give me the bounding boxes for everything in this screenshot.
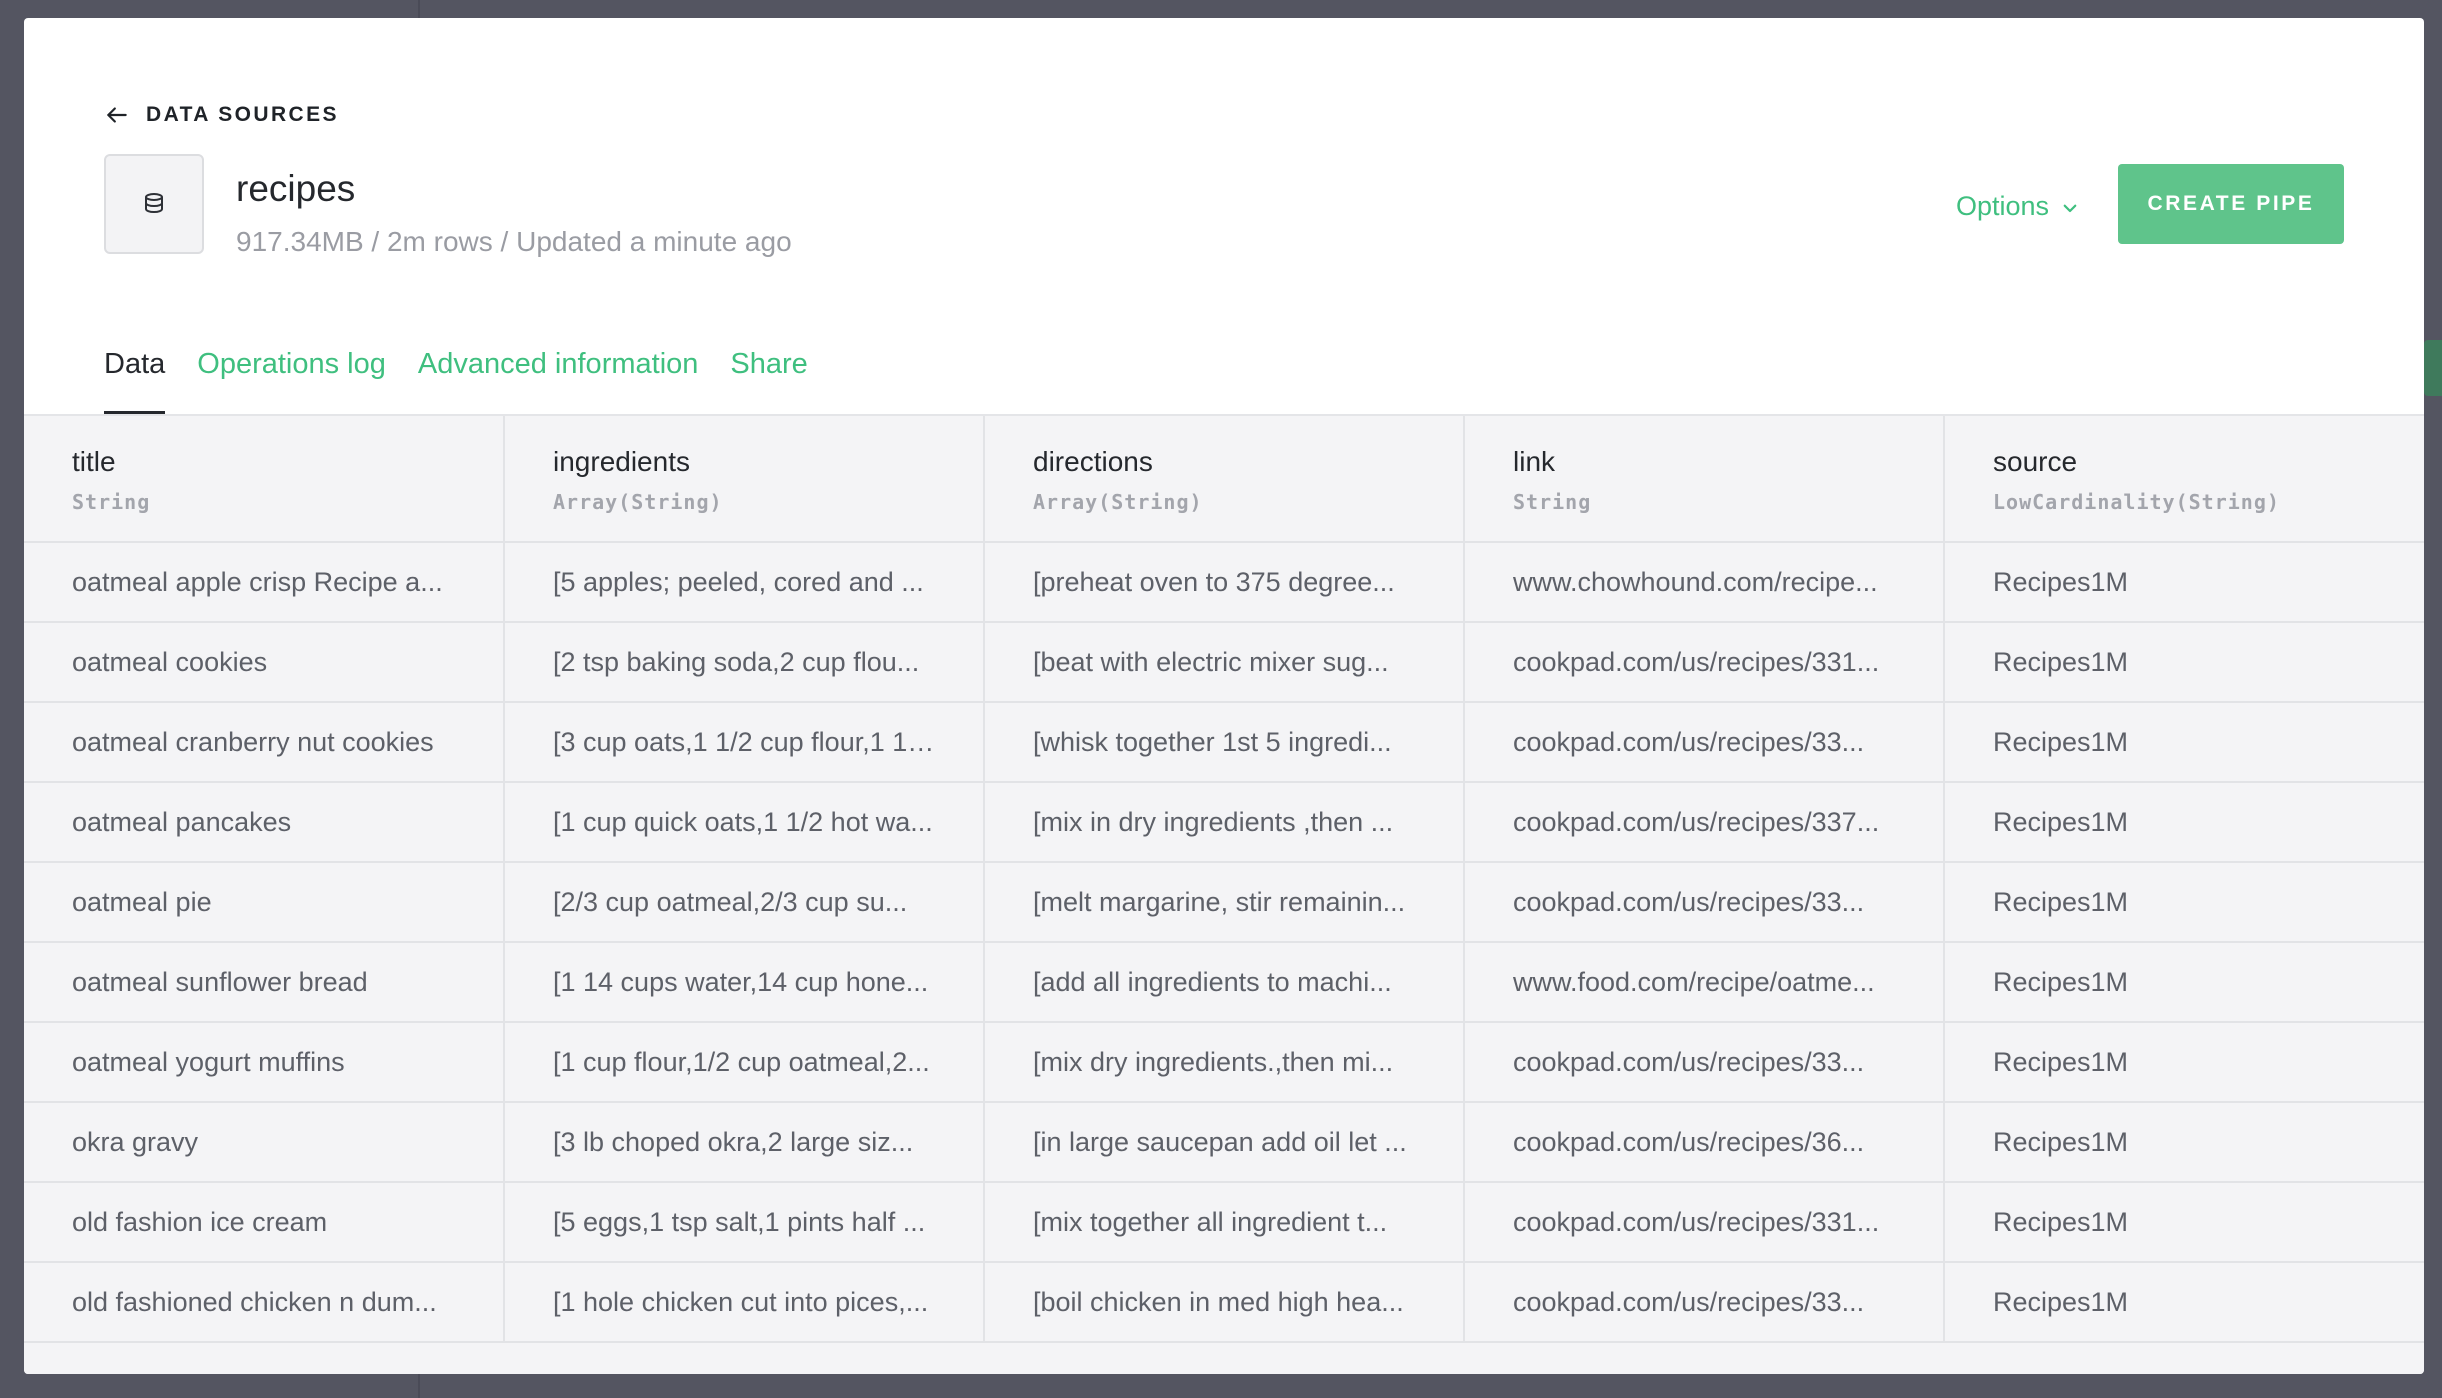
- table-cell-directions[interactable]: [mix dry ingredients.,then mi...: [984, 1022, 1465, 1103]
- table-cell-directions[interactable]: [melt margarine, stir remainin...: [984, 862, 1465, 943]
- column-name: title: [72, 446, 116, 477]
- table-row[interactable]: oatmeal pie [2/3 cup oatmeal,2/3 cup su..…: [24, 862, 2424, 943]
- table-cell-title[interactable]: oatmeal cookies: [24, 622, 505, 703]
- column-name: link: [1513, 446, 1556, 477]
- table-row[interactable]: oatmeal pancakes [1 cup quick oats,1 1/2 …: [24, 782, 2424, 863]
- table-cell-title[interactable]: oatmeal yogurt muffins: [24, 1022, 505, 1103]
- column-type: Array(String): [553, 490, 723, 514]
- table-row[interactable]: old fashion ice cream [5 eggs,1 tsp salt,…: [24, 1182, 2424, 1263]
- column-header-title[interactable]: title String: [24, 416, 505, 543]
- back-link-label: DATA SOURCES: [146, 103, 339, 126]
- table-cell-link[interactable]: cookpad.com/us/recipes/33...: [1464, 702, 1945, 783]
- table-cell-link[interactable]: cookpad.com/us/recipes/33...: [1464, 1022, 1945, 1103]
- column-type: LowCardinality(String): [1993, 490, 2280, 514]
- datasource-title: recipes: [236, 168, 356, 209]
- tab-data[interactable]: Data: [104, 344, 166, 414]
- column-type: String: [1513, 490, 1592, 514]
- table-cell-directions[interactable]: [beat with electric mixer sug...: [984, 622, 1465, 703]
- table-cell-link[interactable]: cookpad.com/us/recipes/331...: [1464, 622, 1945, 703]
- column-name: directions: [1033, 446, 1153, 477]
- table-cell-directions[interactable]: [whisk together 1st 5 ingredi...: [984, 702, 1465, 783]
- tab-bar: Data Operations log Advanced information…: [104, 344, 808, 414]
- table-cell-source[interactable]: Recipes1M: [1944, 942, 2424, 1023]
- create-pipe-button[interactable]: CREATE PIPE: [2118, 164, 2344, 244]
- table-cell-source[interactable]: Recipes1M: [1944, 782, 2424, 863]
- chevron-down-icon: [2063, 204, 2077, 213]
- table-cell-ingredients[interactable]: [1 14 cups water,14 cup hone...: [504, 942, 985, 1023]
- table-cell-link[interactable]: cookpad.com/us/recipes/33...: [1464, 862, 1945, 943]
- table-cell-link[interactable]: cookpad.com/us/recipes/33...: [1464, 1262, 1945, 1343]
- table-row[interactable]: oatmeal yogurt muffins [1 cup flour,1/2 c…: [24, 1022, 2424, 1103]
- tab-advanced-information[interactable]: Advanced information: [418, 344, 699, 414]
- column-type: Array(String): [1033, 490, 1203, 514]
- arrow-left-icon: [107, 107, 127, 123]
- datasource-modal: DATA SOURCES recipes 917.34MB / 2m rows …: [24, 18, 2424, 1374]
- table-cell-source[interactable]: Recipes1M: [1944, 622, 2424, 703]
- table-cell-title[interactable]: oatmeal pancakes: [24, 782, 505, 863]
- table-row[interactable]: okra gravy [3 lb choped okra,2 large siz.…: [24, 1102, 2424, 1183]
- table-body: oatmeal apple crisp Recipe a... [5 apples…: [24, 542, 2424, 1343]
- back-to-data-sources-link[interactable]: DATA SOURCES: [104, 98, 339, 132]
- tab-operations-log[interactable]: Operations log: [197, 344, 386, 414]
- data-table: title String ingredients Array(String) d…: [24, 416, 2424, 1343]
- table-cell-link[interactable]: www.food.com/recipe/oatme...: [1464, 942, 1945, 1023]
- background-button-edge: [2424, 340, 2442, 396]
- table-row[interactable]: oatmeal cookies [2 tsp baking soda,2 cup …: [24, 622, 2424, 703]
- column-name: source: [1993, 446, 2078, 477]
- table-row[interactable]: oatmeal sunflower bread [1 14 cups water,…: [24, 942, 2424, 1023]
- datasource-meta: 917.34MB / 2m rows / Updated a minute ag…: [236, 226, 792, 257]
- table-cell-ingredients[interactable]: [1 cup quick oats,1 1/2 hot wa...: [504, 782, 985, 863]
- table-cell-directions[interactable]: [mix in dry ingredients ,then ...: [984, 782, 1465, 863]
- table-cell-source[interactable]: Recipes1M: [1944, 1182, 2424, 1263]
- table-row[interactable]: old fashioned chicken n dum... [1 hole ch…: [24, 1262, 2424, 1343]
- table-cell-ingredients[interactable]: [5 apples; peeled, cored and ...: [504, 542, 985, 623]
- table-cell-source[interactable]: Recipes1M: [1944, 1262, 2424, 1343]
- table-cell-link[interactable]: cookpad.com/us/recipes/36...: [1464, 1102, 1945, 1183]
- table-cell-directions[interactable]: [boil chicken in med high hea...: [984, 1262, 1465, 1343]
- table-cell-ingredients[interactable]: [3 lb choped okra,2 large siz...: [504, 1102, 985, 1183]
- table-row[interactable]: oatmeal cranberry nut cookies [3 cup oats…: [24, 702, 2424, 783]
- table-cell-link[interactable]: cookpad.com/us/recipes/331...: [1464, 1182, 1945, 1263]
- options-label: Options: [1956, 190, 2050, 221]
- table-cell-ingredients[interactable]: [2 tsp baking soda,2 cup flou...: [504, 622, 985, 703]
- table-cell-source[interactable]: Recipes1M: [1944, 1022, 2424, 1103]
- modal-header: DATA SOURCES recipes 917.34MB / 2m rows …: [24, 18, 2424, 414]
- column-header-link[interactable]: link String: [1464, 416, 1945, 543]
- table-cell-title[interactable]: oatmeal apple crisp Recipe a...: [24, 542, 505, 623]
- table-cell-ingredients[interactable]: [1 cup flour,1/2 cup oatmeal,2...: [504, 1022, 985, 1103]
- column-header-source[interactable]: source LowCardinality(String): [1944, 416, 2424, 543]
- table-cell-title[interactable]: oatmeal sunflower bread: [24, 942, 505, 1023]
- column-type: String: [72, 490, 151, 514]
- table-cell-source[interactable]: Recipes1M: [1944, 702, 2424, 783]
- column-header-directions[interactable]: directions Array(String): [984, 416, 1465, 543]
- options-dropdown[interactable]: Options: [1956, 186, 2079, 226]
- table-cell-title[interactable]: oatmeal cranberry nut cookies: [24, 702, 505, 783]
- table-cell-directions[interactable]: [mix together all ingredient t...: [984, 1182, 1465, 1263]
- table-cell-directions[interactable]: [add all ingredients to machi...: [984, 942, 1465, 1023]
- table-row[interactable]: oatmeal apple crisp Recipe a... [5 apples…: [24, 542, 2424, 623]
- table-cell-title[interactable]: old fashioned chicken n dum...: [24, 1262, 505, 1343]
- table-cell-title[interactable]: oatmeal pie: [24, 862, 505, 943]
- table-cell-link[interactable]: cookpad.com/us/recipes/337...: [1464, 782, 1945, 863]
- table-cell-ingredients[interactable]: [3 cup oats,1 1/2 cup flour,1 1/...: [504, 702, 985, 783]
- table-cell-ingredients[interactable]: [1 hole chicken cut into pices,...: [504, 1262, 985, 1343]
- tab-share[interactable]: Share: [730, 344, 807, 414]
- data-table-container[interactable]: title String ingredients Array(String) d…: [24, 414, 2424, 1374]
- table-cell-title[interactable]: okra gravy: [24, 1102, 505, 1183]
- table-cell-source[interactable]: Recipes1M: [1944, 1102, 2424, 1183]
- column-name: ingredients: [553, 446, 690, 477]
- column-header-ingredients[interactable]: ingredients Array(String): [504, 416, 985, 543]
- table-cell-title[interactable]: old fashion ice cream: [24, 1182, 505, 1263]
- database-icon: [145, 193, 163, 214]
- datasource-icon-box: [104, 154, 204, 254]
- table-cell-source[interactable]: Recipes1M: [1944, 542, 2424, 623]
- table-cell-ingredients[interactable]: [5 eggs,1 tsp salt,1 pints half ...: [504, 1182, 985, 1263]
- table-cell-link[interactable]: www.chowhound.com/recipe...: [1464, 542, 1945, 623]
- table-cell-directions[interactable]: [in large saucepan add oil let ...: [984, 1102, 1465, 1183]
- table-cell-directions[interactable]: [preheat oven to 375 degree...: [984, 542, 1465, 623]
- table-cell-ingredients[interactable]: [2/3 cup oatmeal,2/3 cup su...: [504, 862, 985, 943]
- table-header-row: title String ingredients Array(String) d…: [24, 416, 2424, 543]
- table-cell-source[interactable]: Recipes1M: [1944, 862, 2424, 943]
